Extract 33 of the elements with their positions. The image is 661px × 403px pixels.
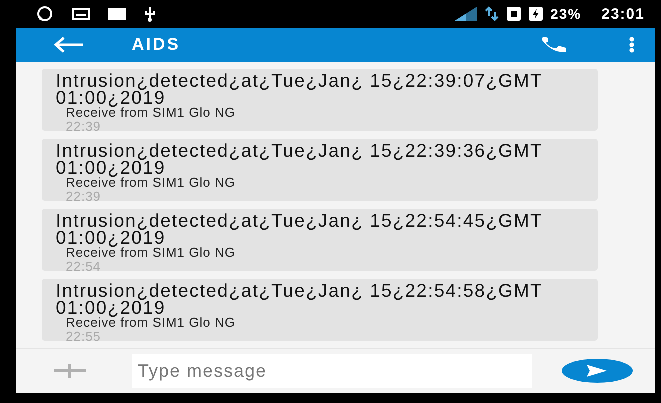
sender-label: Receive from SIM1 Glo NG (66, 316, 236, 330)
image-icon (72, 8, 90, 20)
signal-icon (454, 7, 477, 21)
attach-button[interactable] (54, 364, 86, 378)
call-button[interactable] (541, 37, 567, 53)
message-text: Intrusion¿detected¿at¿Tue¿Jan¿ 15¿22:39:07¿GMT 01:00¿2019 (56, 72, 544, 106)
send-arrow-icon (587, 365, 608, 377)
message-text: Intrusion¿detected¿at¿Tue¿Jan¿ 15¿22:39:36¿GMT 01:00¿2019 (56, 142, 544, 176)
message-text: Intrusion¿detected¿at¿Tue¿Jan¿ 15¿22:54:45¿GMT 01:00¿2019 (56, 212, 544, 246)
more-options-button[interactable] (629, 37, 635, 53)
sender-label: Receive from SIM1 Glo NG (66, 246, 236, 260)
plus-icon (54, 364, 86, 378)
clock-time: 23:01 (602, 6, 645, 22)
message-input-field[interactable]: Type message (132, 354, 532, 388)
kebab-menu-icon (629, 37, 635, 53)
data-arrows-icon (484, 6, 499, 22)
sim-card-icon (506, 7, 521, 21)
phone-icon (541, 37, 567, 53)
card-icon (108, 8, 126, 20)
message-time: 22:39 (66, 120, 102, 133)
message-time: 22:54 (66, 260, 102, 273)
chat-bubble-icon (36, 6, 54, 22)
back-arrow-icon (54, 37, 84, 53)
conversation-title: AIDS (132, 35, 182, 55)
battery-icon (528, 7, 543, 21)
sender-label: Receive from SIM1 Glo NG (66, 176, 236, 190)
battery-percent: 23% (550, 6, 582, 22)
sender-label: Receive from SIM1 Glo NG (66, 106, 236, 120)
message-text: Intrusion¿detected¿at¿Tue¿Jan¿ 15¿22:54:58¿GMT 01:00¿2019 (56, 282, 544, 316)
back-button[interactable] (54, 37, 84, 53)
message-time: 22:55 (66, 330, 102, 343)
usb-icon (144, 6, 156, 22)
message-time: 22:39 (66, 190, 102, 203)
